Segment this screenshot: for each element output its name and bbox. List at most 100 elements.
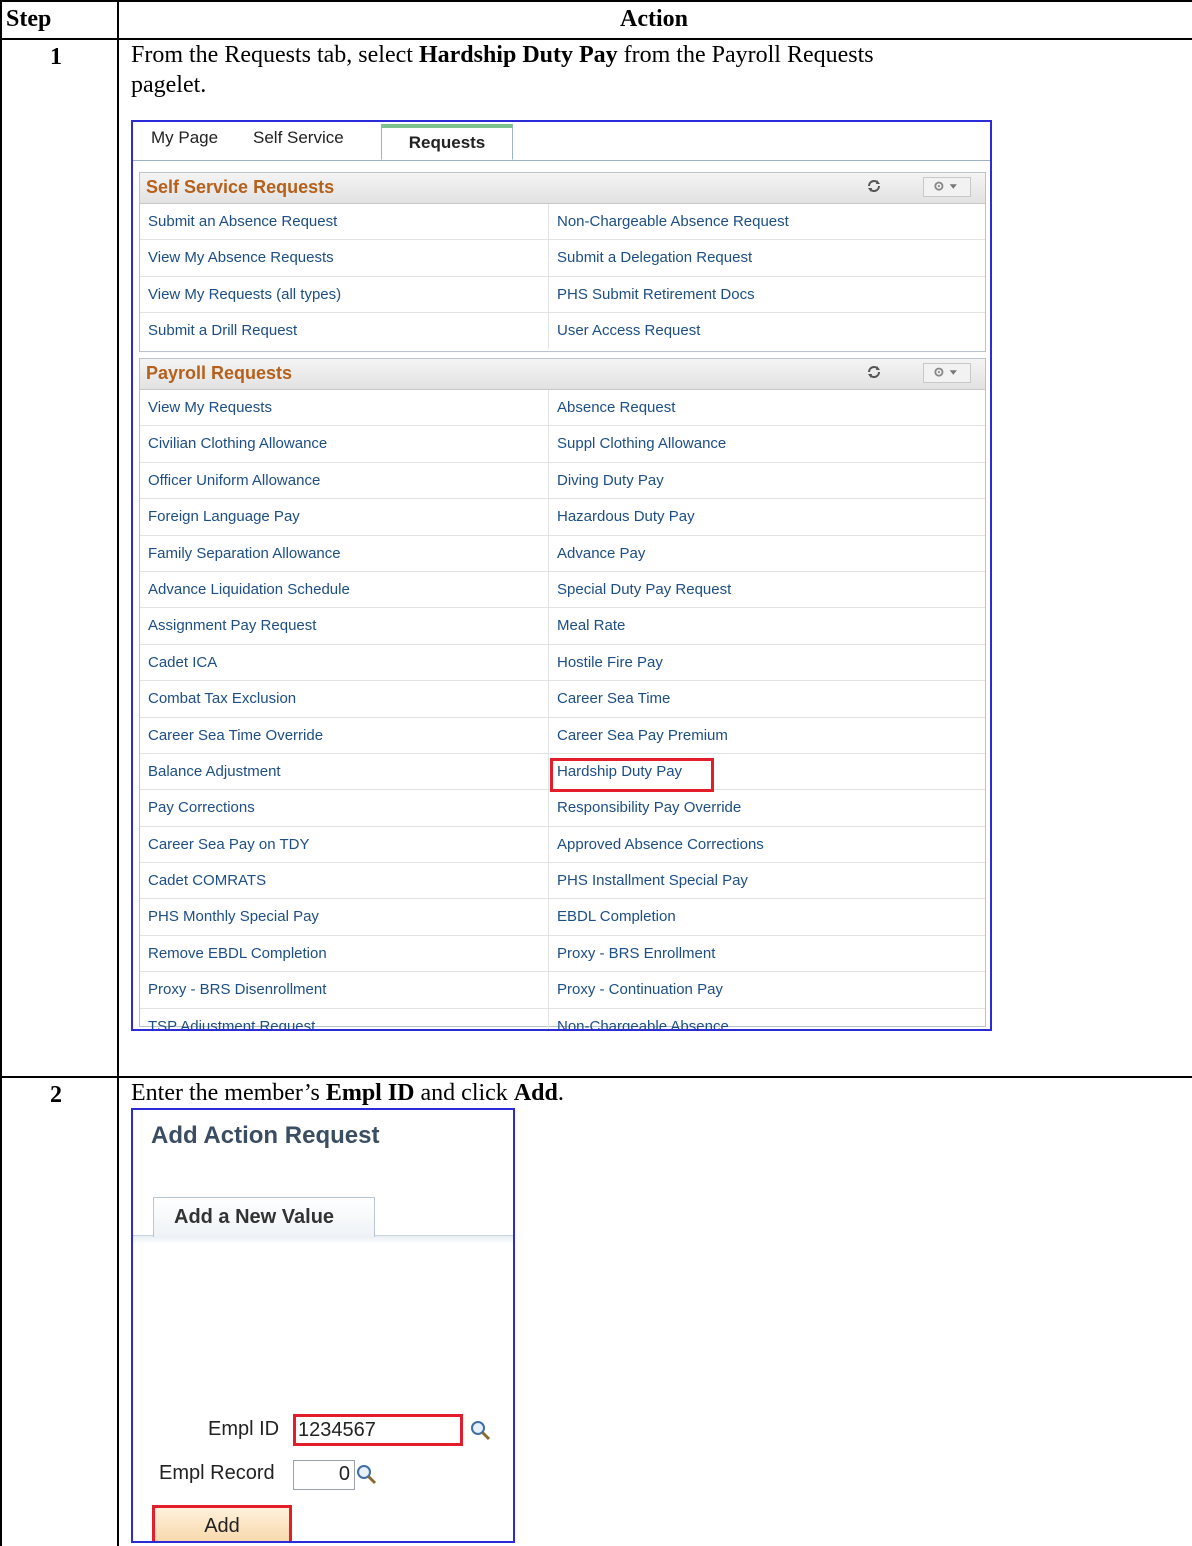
link-row: Civilian Clothing Allowance Suppl Clothin…: [140, 426, 987, 463]
request-link[interactable]: Family Separation Allowance: [140, 535, 549, 571]
request-link[interactable]: View My Requests: [140, 390, 549, 426]
request-link[interactable]: Proxy - BRS Disenrollment: [140, 972, 549, 1008]
search-icon[interactable]: [355, 1463, 377, 1485]
link-row: Proxy - BRS Disenrollment Proxy - Continu…: [140, 972, 987, 1009]
request-link[interactable]: Hostile Fire Pay: [549, 645, 987, 680]
request-link[interactable]: Approved Absence Corrections: [549, 827, 987, 862]
request-link[interactable]: Suppl Clothing Allowance: [549, 426, 987, 461]
step-1-instruction: From the Requests tab, select Hardship D…: [131, 40, 1181, 100]
link-row: Cadet ICA Hostile Fire Pay: [140, 644, 987, 682]
request-link[interactable]: TSP Adjustment Request: [140, 1008, 549, 1029]
tab-my-page[interactable]: My Page: [151, 128, 218, 148]
pagelet-header: Payroll Requests: [140, 359, 985, 390]
pagelet-header: Self Service Requests: [140, 173, 985, 204]
add-button[interactable]: Add: [152, 1505, 292, 1541]
link-row: View My Absence Requests Submit a Delegat…: [140, 240, 987, 277]
step-1-text-line2: pagelet.: [131, 72, 207, 98]
request-link[interactable]: Submit a Delegation Request: [549, 240, 987, 275]
request-link[interactable]: PHS Installment Special Pay: [549, 863, 987, 898]
empl-record-input[interactable]: 0: [293, 1460, 355, 1490]
pagelet-title: Self Service Requests: [146, 177, 335, 197]
request-link[interactable]: Responsibility Pay Override: [549, 790, 987, 825]
request-link[interactable]: Assignment Pay Request: [140, 608, 549, 644]
request-link[interactable]: Advance Liquidation Schedule: [140, 571, 549, 608]
page-title: Add Action Request: [151, 1122, 380, 1149]
link-row: Career Sea Time Override Career Sea Pay P…: [140, 717, 987, 754]
link-row: Remove EBDL Completion Proxy - BRS Enroll…: [140, 935, 987, 973]
request-link[interactable]: EBDL Completion: [549, 899, 987, 934]
step-number-1: 1: [50, 44, 62, 70]
request-link[interactable]: Absence Request: [549, 390, 987, 425]
link-row: Combat Tax Exclusion Career Sea Time: [140, 681, 987, 718]
step-number-2: 2: [50, 1082, 62, 1108]
payroll-requests-pagelet: Payroll Requests View My Requests Absence…: [139, 358, 986, 1029]
request-link[interactable]: Meal Rate: [549, 608, 987, 643]
step-1-text-suffix: from the Payroll Requests: [617, 42, 874, 68]
step-2-text-mid: and click: [414, 1080, 514, 1106]
request-link[interactable]: Combat Tax Exclusion: [140, 681, 549, 717]
table-top-border: [0, 0, 1192, 2]
request-link[interactable]: Foreign Language Pay: [140, 499, 549, 535]
request-link[interactable]: PHS Monthly Special Pay: [140, 899, 549, 935]
request-link[interactable]: Remove EBDL Completion: [140, 935, 549, 972]
step-2-text-bold-add: Add: [513, 1080, 558, 1106]
request-link[interactable]: Pay Corrections: [140, 790, 549, 826]
request-link[interactable]: Cadet COMRATS: [140, 863, 549, 899]
header-action: Action: [620, 6, 688, 32]
table-left-border: [0, 0, 2, 1546]
refresh-icon[interactable]: [867, 365, 881, 379]
refresh-icon[interactable]: [867, 179, 881, 193]
request-link[interactable]: Cadet ICA: [140, 644, 549, 681]
request-link[interactable]: User Access Request: [549, 313, 987, 348]
chevron-down-icon: [949, 184, 957, 189]
search-icon[interactable]: [469, 1419, 491, 1441]
link-row: PHS Monthly Special Pay EBDL Completion: [140, 899, 987, 936]
link-row: Submit a Drill Request User Access Reques…: [140, 313, 987, 349]
tab-add-new-value[interactable]: Add a New Value: [153, 1197, 375, 1237]
header-step: Step: [6, 6, 52, 32]
request-link[interactable]: PHS Submit Retirement Docs: [549, 277, 987, 312]
step-2-instruction: Enter the member’s Empl ID and click Add…: [131, 1078, 1181, 1108]
link-row: Submit an Absence Request Non-Chargeable …: [140, 204, 987, 241]
link-row: Career Sea Pay on TDY Approved Absence Co…: [140, 826, 987, 864]
chevron-down-icon: [949, 370, 957, 375]
request-link[interactable]: Proxy - BRS Enrollment: [549, 936, 987, 971]
step-2-text-bold-emplid: Empl ID: [325, 1080, 415, 1106]
request-link[interactable]: Balance Adjustment: [140, 753, 549, 790]
request-link[interactable]: Non-Chargeable Absence: [549, 1009, 987, 1029]
highlight-box: [550, 757, 714, 792]
tab-requests[interactable]: Requests: [381, 124, 513, 160]
link-row: View My Requests (all types) PHS Submit R…: [140, 276, 987, 314]
link-row: Cadet COMRATS PHS Installment Special Pay: [140, 863, 987, 900]
link-row: Balance Adjustment Hardship Duty Pay: [140, 753, 985, 792]
request-link[interactable]: Special Duty Pay Request: [549, 572, 987, 607]
step-1-text-prefix: From the Requests tab, select: [131, 42, 419, 68]
request-link[interactable]: View My Requests (all types): [140, 276, 549, 313]
empl-id-input[interactable]: 1234567: [293, 1414, 463, 1446]
request-link[interactable]: View My Absence Requests: [140, 240, 549, 276]
request-link[interactable]: Diving Duty Pay: [549, 463, 987, 498]
payroll-link-list: View My Requests Absence Request Civilian …: [140, 390, 987, 1029]
request-link[interactable]: Civilian Clothing Allowance: [140, 426, 549, 462]
request-link[interactable]: Non-Chargeable Absence Request: [549, 204, 987, 239]
request-link[interactable]: Career Sea Time: [549, 681, 987, 716]
gear-icon: [934, 181, 957, 191]
link-row: Pay Corrections Responsibility Pay Overri…: [140, 790, 987, 827]
request-link[interactable]: Career Sea Time Override: [140, 717, 549, 753]
request-link[interactable]: Officer Uniform Allowance: [140, 462, 549, 499]
request-link[interactable]: Hazardous Duty Pay: [549, 499, 987, 534]
request-link[interactable]: Career Sea Pay Premium: [549, 718, 987, 753]
empl-id-label: Empl ID: [208, 1418, 280, 1440]
request-link[interactable]: Career Sea Pay on TDY: [140, 826, 549, 863]
link-row: Foreign Language Pay Hazardous Duty Pay: [140, 499, 987, 536]
pagelet-title: Payroll Requests: [146, 363, 293, 383]
tab-self-service[interactable]: Self Service: [253, 128, 344, 148]
column-divider: [117, 0, 119, 1546]
pagelet-options-button[interactable]: [923, 177, 971, 197]
request-link[interactable]: Submit an Absence Request: [140, 204, 549, 240]
pagelet-options-button[interactable]: [923, 363, 971, 383]
empl-record-label: Empl Record: [159, 1462, 275, 1484]
request-link[interactable]: Proxy - Continuation Pay: [549, 972, 987, 1007]
request-link[interactable]: Advance Pay: [549, 536, 987, 571]
request-link[interactable]: Submit a Drill Request: [140, 313, 549, 349]
